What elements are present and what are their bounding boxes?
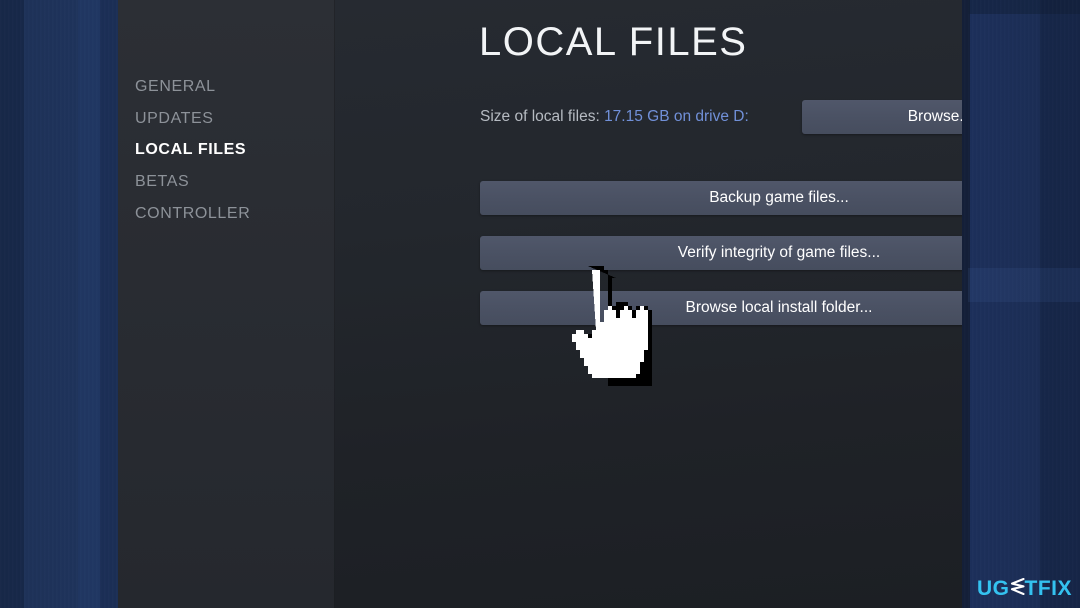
backdrop-band-right-2 [1040, 0, 1080, 608]
size-label: Size of local files: [480, 108, 600, 125]
backdrop-band-left-2 [78, 0, 100, 608]
verify-integrity-button[interactable]: Verify integrity of game files... [480, 236, 962, 270]
local-files-size-row: Size of local files: 17.15 GB on drive D… [480, 108, 749, 126]
page-title: LOCAL FILES [479, 20, 748, 64]
ugetfix-watermark: UG TFIX [977, 577, 1072, 600]
sidebar-item-controller[interactable]: CONTROLLER [135, 205, 250, 223]
backdrop-band-right-1 [962, 0, 970, 608]
sidebar-item-general[interactable]: GENERAL [135, 78, 216, 96]
watermark-text-part1: UG [977, 577, 1010, 600]
watermark-text-part3: TFIX [1024, 577, 1072, 600]
steam-properties-window: GENERAL UPDATES LOCAL FILES BETAS CONTRO… [118, 0, 962, 608]
backdrop-band-left-3 [100, 0, 118, 608]
sidebar-item-updates[interactable]: UPDATES [135, 110, 214, 128]
local-files-panel: LOCAL FILES Size of local files: 17.15 G… [335, 0, 962, 608]
size-value-link[interactable]: 17.15 GB on drive D: [604, 108, 749, 125]
browse-local-install-folder-button[interactable]: Browse local install folder... [480, 291, 962, 325]
browse-button[interactable]: Browse... [802, 100, 962, 134]
backup-game-files-button[interactable]: Backup game files... [480, 181, 962, 215]
watermark-e-glyph-icon [1010, 577, 1025, 599]
sidebar-item-local-files[interactable]: LOCAL FILES [135, 141, 246, 159]
sidebar-item-betas[interactable]: BETAS [135, 173, 189, 191]
backdrop-band-middle [968, 268, 1080, 302]
properties-sidebar: GENERAL UPDATES LOCAL FILES BETAS CONTRO… [118, 0, 335, 608]
backdrop-band-top [968, 0, 1080, 14]
backdrop-band-left-1 [0, 0, 24, 608]
